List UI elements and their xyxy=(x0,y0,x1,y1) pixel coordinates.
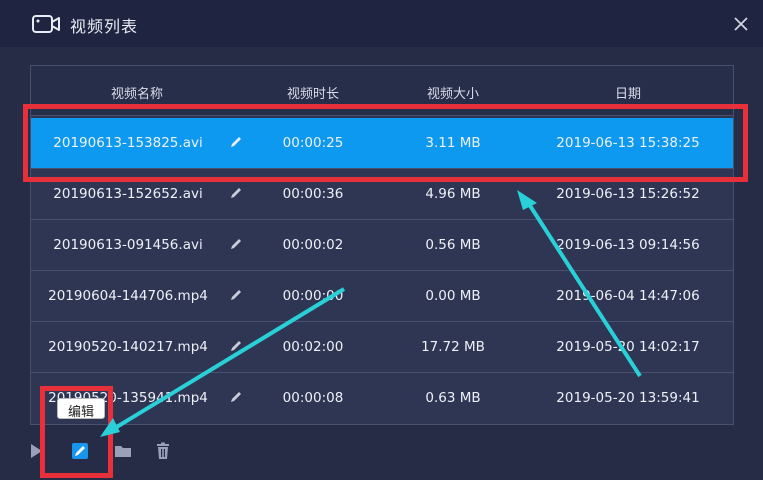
table-row[interactable]: 20190520-135941.mp4 00:00:08 0.63 MB 201… xyxy=(31,373,733,424)
cell-size: 0.56 MB xyxy=(425,237,481,253)
cell-size: 4.96 MB xyxy=(425,186,481,202)
pencil-icon[interactable] xyxy=(229,288,243,302)
pencil-icon[interactable] xyxy=(229,339,243,353)
cell-size: 17.72 MB xyxy=(421,339,485,355)
column-header-date[interactable]: 日期 xyxy=(615,83,641,102)
cell-duration: 00:00:25 xyxy=(282,135,344,151)
cell-size: 0.63 MB xyxy=(425,390,481,406)
close-icon[interactable] xyxy=(732,15,750,33)
title-bar: 视频列表 xyxy=(0,0,763,47)
pencil-icon[interactable] xyxy=(229,135,243,149)
cell-date: 2019-06-04 14:47:06 xyxy=(556,288,700,304)
cell-date: 2019-06-13 09:14:56 xyxy=(556,237,700,253)
cell-duration: 00:00:36 xyxy=(282,186,344,202)
column-header-size[interactable]: 视频大小 xyxy=(427,83,479,102)
cell-date: 2019-05-20 13:59:41 xyxy=(556,390,700,406)
folder-icon[interactable] xyxy=(114,443,132,459)
cell-duration: 00:00:02 xyxy=(282,237,344,253)
cell-name: 20190613-152652.avi xyxy=(53,186,203,202)
table-row[interactable]: 20190613-091456.avi 00:00:02 0.56 MB 201… xyxy=(31,220,733,271)
table-header: 视频名称 视频时长 视频大小 日期 xyxy=(31,66,733,116)
cell-name: 20190520-140217.mp4 xyxy=(48,339,208,355)
content-area: 视频名称 视频时长 视频大小 日期 20190613-153825.avi 00… xyxy=(0,47,763,480)
column-header-duration[interactable]: 视频时长 xyxy=(287,83,339,102)
window-title: 视频列表 xyxy=(70,17,139,36)
table-row[interactable]: 20190613-152652.avi 00:00:36 4.96 MB 201… xyxy=(31,169,733,220)
trash-icon[interactable] xyxy=(154,442,172,460)
cell-date: 2019-06-13 15:38:25 xyxy=(556,135,700,151)
pencil-icon[interactable] xyxy=(229,390,243,404)
pencil-icon[interactable] xyxy=(229,186,243,200)
cell-duration: 00:02:00 xyxy=(282,339,344,355)
cell-name: 20190613-153825.avi xyxy=(53,135,203,151)
video-camera-icon xyxy=(32,15,60,33)
table-row[interactable]: 20190613-153825.avi 00:00:25 3.11 MB 201… xyxy=(31,118,733,169)
cell-size: 0.00 MB xyxy=(425,288,481,304)
cell-date: 2019-05-20 14:02:17 xyxy=(556,339,700,355)
edit-icon[interactable] xyxy=(71,442,89,460)
cell-date: 2019-06-13 15:26:52 xyxy=(556,186,700,202)
cell-duration: 00:00:00 xyxy=(282,288,344,304)
play-icon[interactable] xyxy=(30,443,44,459)
cell-name: 20190613-091456.avi xyxy=(53,237,203,253)
cell-duration: 00:00:08 xyxy=(282,390,344,406)
cell-size: 3.11 MB xyxy=(425,135,481,151)
column-header-name[interactable]: 视频名称 xyxy=(111,83,163,102)
pencil-icon[interactable] xyxy=(229,237,243,251)
cell-name: 20190604-144706.mp4 xyxy=(48,288,208,304)
table-row[interactable]: 20190520-140217.mp4 00:02:00 17.72 MB 20… xyxy=(31,322,733,373)
video-table: 视频名称 视频时长 视频大小 日期 20190613-153825.avi 00… xyxy=(30,65,734,425)
edit-tooltip: 编辑 xyxy=(57,398,106,420)
table-row[interactable]: 20190604-144706.mp4 00:00:00 0.00 MB 201… xyxy=(31,271,733,322)
